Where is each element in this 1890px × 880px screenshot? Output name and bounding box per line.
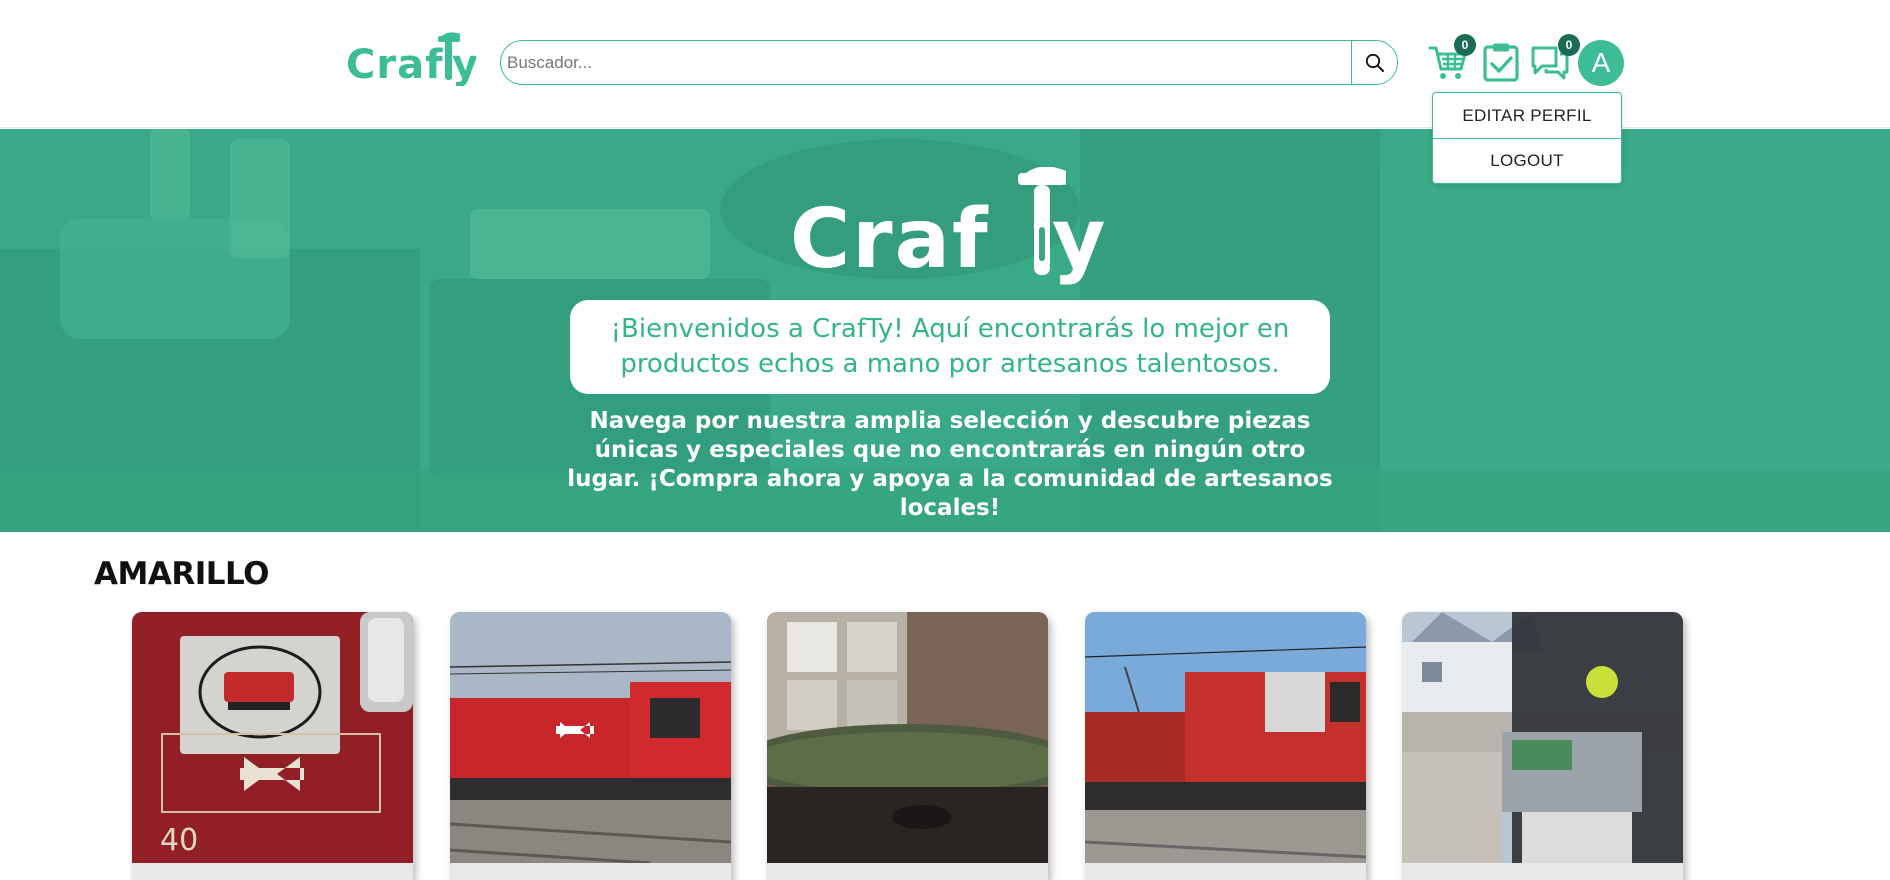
red-train-container-photo (450, 612, 731, 863)
product-card[interactable] (450, 612, 731, 880)
product-card[interactable]: 40 (132, 612, 413, 880)
product-card-footer (767, 863, 1048, 880)
product-image (450, 612, 731, 863)
product-card-footer (450, 863, 731, 880)
welcome-text: ¡Bienvenidos a CrafTy! Aquí encontrarás … (610, 314, 1290, 379)
search-button[interactable] (1351, 41, 1397, 84)
svg-text:y: y (1052, 192, 1107, 287)
product-card[interactable] (1402, 612, 1683, 880)
product-image (1402, 612, 1683, 863)
product-card-footer (1402, 863, 1683, 880)
orders-button[interactable] (1482, 42, 1520, 86)
search-bar (500, 40, 1398, 85)
svg-text:Craf: Craf (346, 42, 443, 86)
welcome-card: ¡Bienvenidos a CrafTy! Aquí encontrarás … (570, 300, 1330, 394)
search-icon (1365, 53, 1384, 72)
product-card[interactable] (1085, 612, 1366, 880)
product-image: 40 (132, 612, 413, 863)
header-logo[interactable]: Craf y (346, 30, 476, 86)
red-locomotive-photo (1085, 612, 1366, 863)
logout-menu-item[interactable]: LOGOUT (1433, 138, 1621, 183)
hero-logo: Craf y (790, 167, 1110, 287)
search-input[interactable] (501, 41, 1351, 84)
crafty-hero-logo-icon: Craf y (790, 167, 1107, 287)
hero-description: Navega por nuestra amplia selección y de… (567, 408, 1333, 521)
product-image (767, 612, 1048, 863)
model-railway-photo (767, 612, 1048, 863)
product-card[interactable] (767, 612, 1048, 880)
product-card-footer (132, 863, 413, 880)
svg-text:Craf: Craf (790, 192, 990, 287)
messages-button[interactable]: 0 (1530, 34, 1580, 86)
messages-count-badge: 0 (1558, 34, 1580, 56)
product-card-footer (1085, 863, 1366, 880)
cart-count-badge: 0 (1454, 34, 1476, 56)
hero-banner: Craf y ¡Bienvenidos a CrafTy! Aquí encon… (0, 129, 1890, 532)
section-title: AMARILLO (94, 556, 270, 592)
train-cab-controls-photo (1402, 612, 1683, 863)
user-avatar[interactable]: A (1578, 40, 1624, 86)
clipboard-check-icon (1483, 43, 1519, 82)
cart-button[interactable]: 0 (1428, 34, 1476, 86)
svg-text:40: 40 (160, 823, 198, 858)
edit-profile-menu-item[interactable]: EDITAR PERFIL (1433, 93, 1621, 138)
profile-dropdown-menu: EDITAR PERFIL LOGOUT (1432, 92, 1622, 184)
svg-text:y: y (452, 42, 476, 86)
red-train-sign-photo: 40 (132, 612, 413, 863)
product-image (1085, 612, 1366, 863)
crafty-logo-icon: Craf y (346, 32, 476, 86)
